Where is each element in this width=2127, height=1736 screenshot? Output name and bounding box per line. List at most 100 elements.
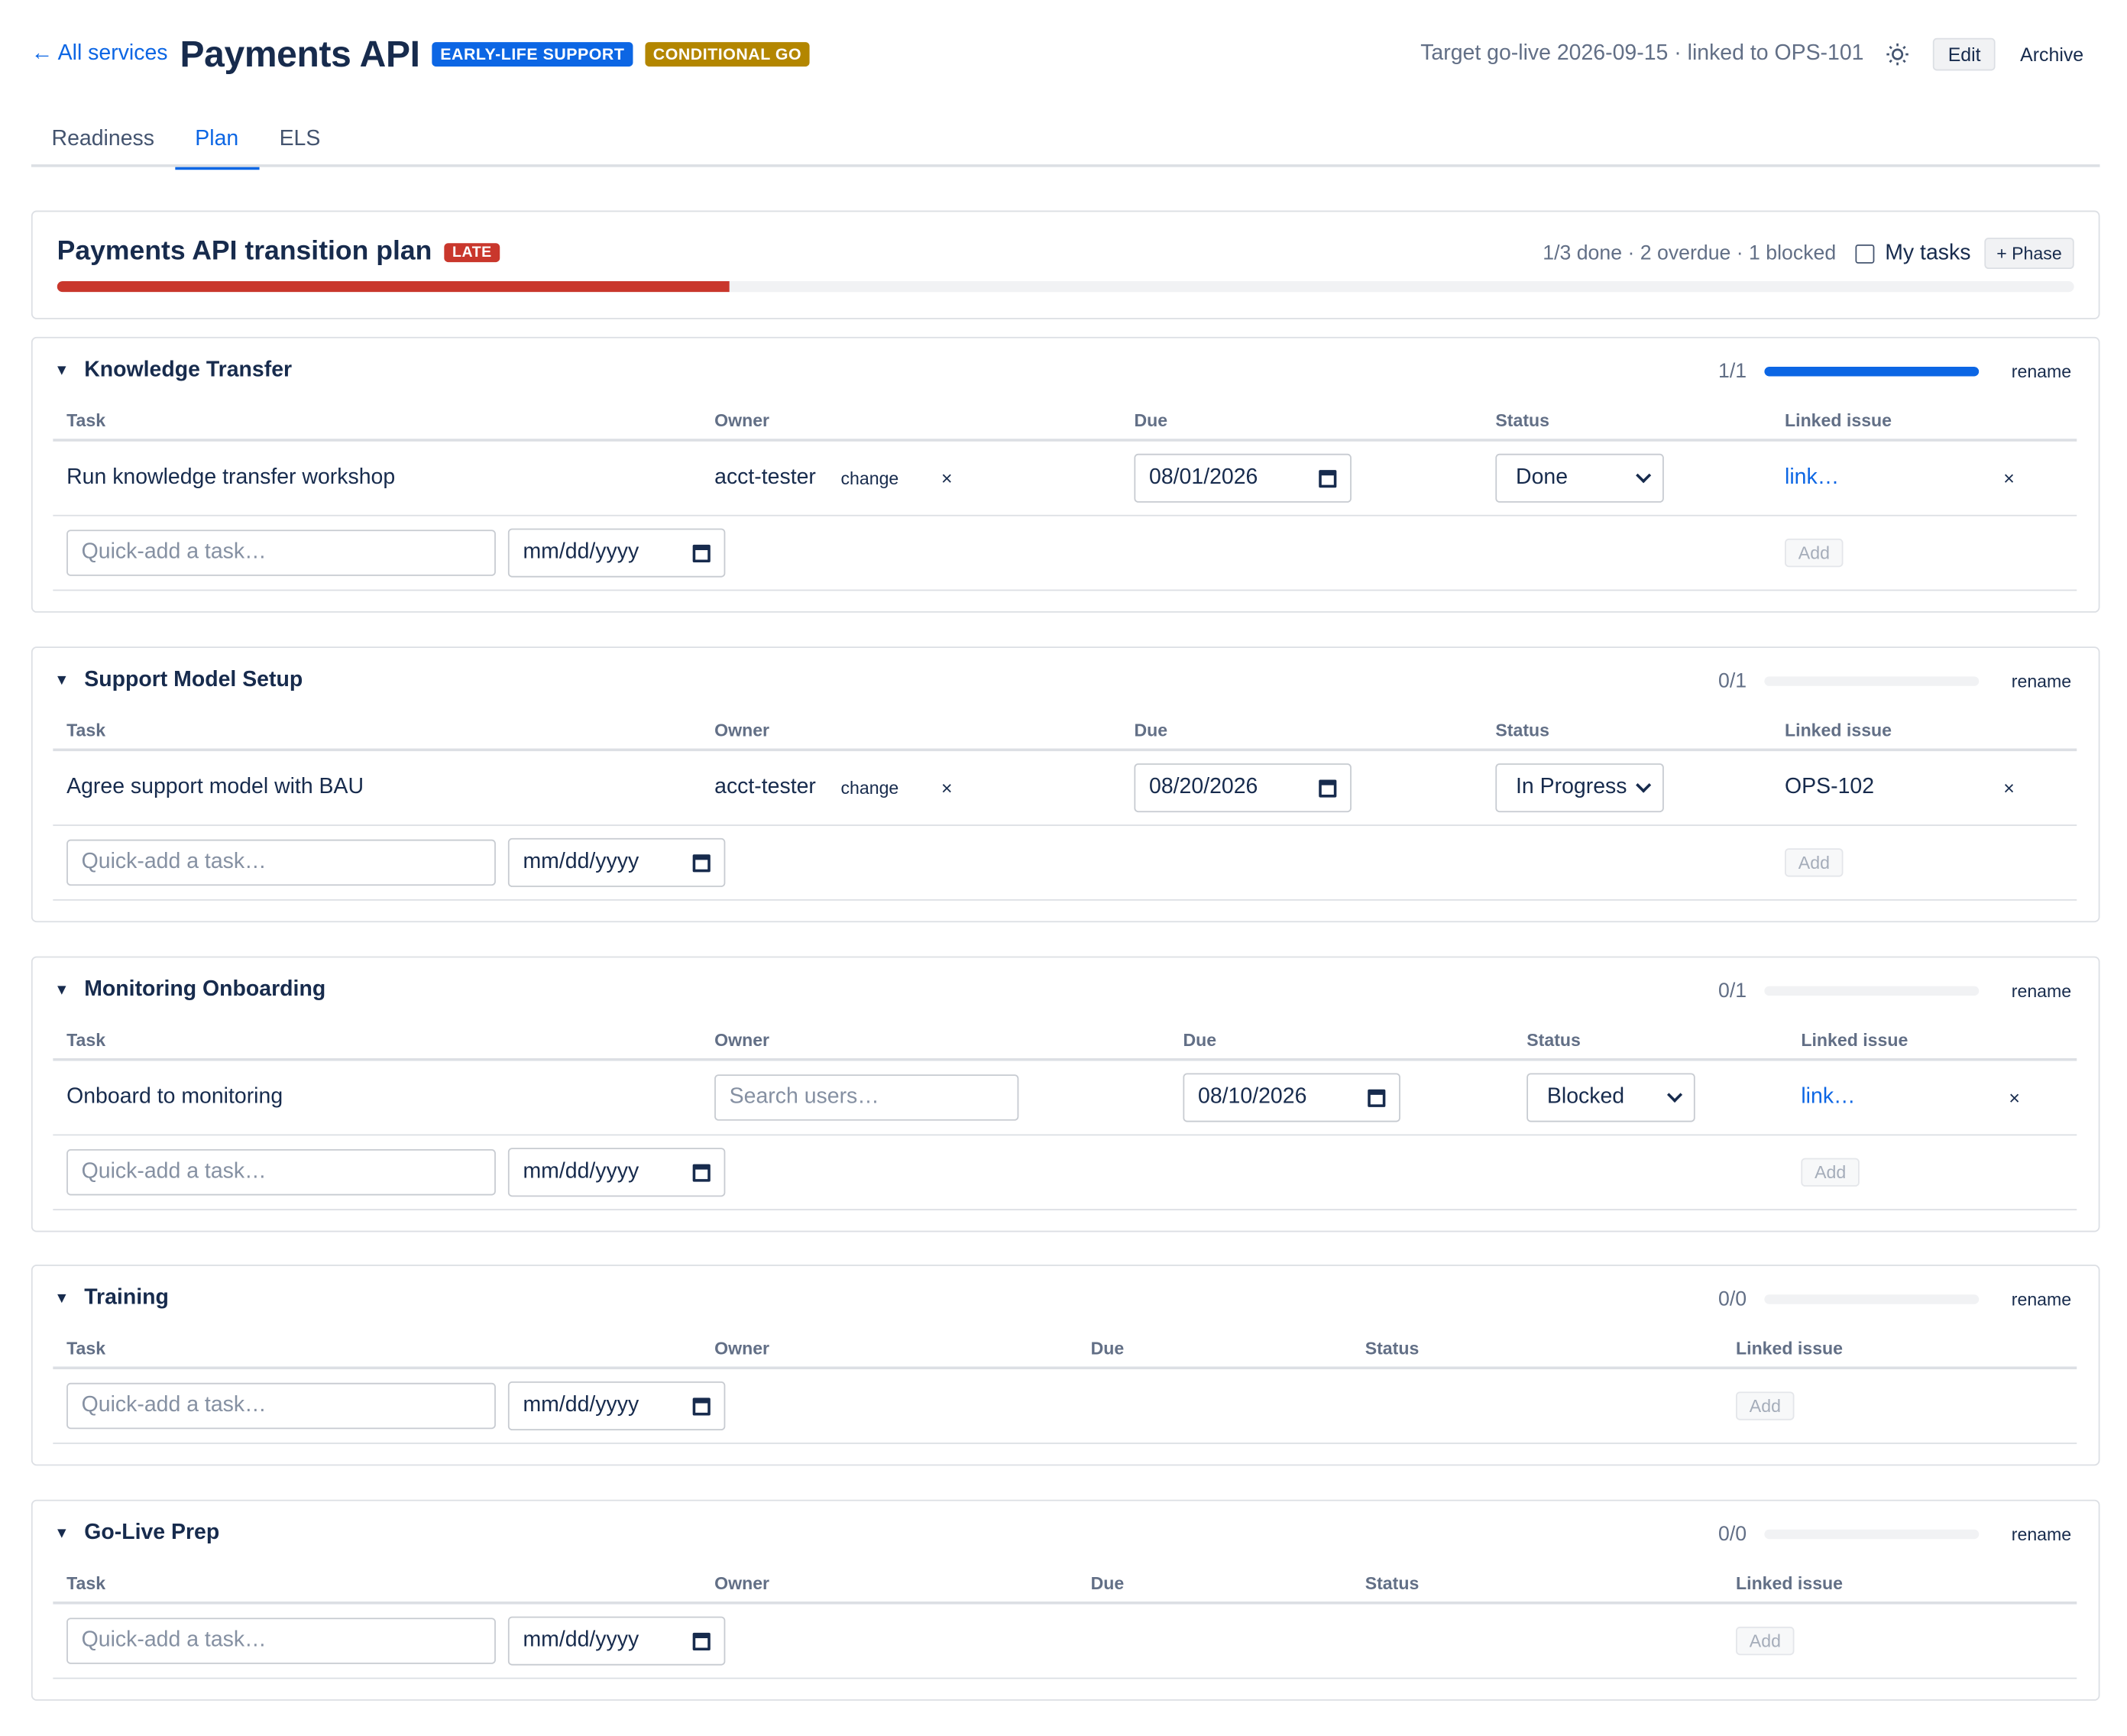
owner-name: acct-tester xyxy=(714,776,816,799)
remove-owner-icon[interactable]: × xyxy=(941,777,953,798)
rename-phase-button[interactable]: rename xyxy=(2012,670,2071,691)
task-table: Task Owner Due Status Linked issue Quick… xyxy=(53,1326,2077,1444)
col-due: Due xyxy=(1183,1029,1217,1051)
calendar-icon[interactable] xyxy=(692,1163,711,1181)
change-owner-button[interactable]: change xyxy=(840,468,898,488)
archive-button[interactable]: Archive xyxy=(2006,40,2097,70)
col-owner: Owner xyxy=(714,410,770,431)
change-owner-button[interactable]: change xyxy=(840,778,898,798)
calendar-icon[interactable] xyxy=(1319,779,1337,797)
quick-add-input[interactable]: Quick-add a task… xyxy=(66,1382,496,1430)
quick-add-row: Quick-add a task… mm/dd/yyyy Add xyxy=(53,1369,2077,1444)
phase-progress: 0/1 rename xyxy=(1718,669,2071,692)
col-status: Status xyxy=(1495,410,1549,431)
add-task-button[interactable]: Add xyxy=(1785,848,1844,877)
calendar-icon[interactable] xyxy=(692,544,711,562)
due-date-value: 08/20/2026 xyxy=(1149,776,1258,799)
quick-add-input[interactable]: Quick-add a task… xyxy=(66,1618,496,1664)
status-select[interactable]: In Progress xyxy=(1495,763,1664,813)
task-name: Onboard to monitoring xyxy=(66,1085,283,1109)
collapse-caret-icon[interactable]: ▼ xyxy=(54,1291,69,1307)
rename-phase-button[interactable]: rename xyxy=(2012,980,2071,1001)
rename-phase-button[interactable]: rename xyxy=(2012,1288,2071,1309)
chevron-down-icon xyxy=(1666,1087,1683,1103)
link-issue-link[interactable]: link… xyxy=(1785,466,1839,491)
rename-phase-button[interactable]: rename xyxy=(2012,1524,2071,1544)
phase-progress-bar xyxy=(1764,675,1980,685)
phase-count: 0/0 xyxy=(1718,1287,1747,1310)
phase-count: 1/1 xyxy=(1718,359,1747,383)
quick-add-input[interactable]: Quick-add a task… xyxy=(66,530,496,576)
phase-progress-bar xyxy=(1764,985,1980,996)
rename-phase-button[interactable]: rename xyxy=(2012,361,2071,381)
plan-title-row: Payments API transition plan LATE xyxy=(57,236,513,267)
due-date-input[interactable]: 08/01/2026 xyxy=(1134,453,1352,503)
status-select[interactable]: Blocked xyxy=(1526,1073,1695,1122)
tab-els[interactable]: ELS xyxy=(259,114,341,167)
linked-issue-key[interactable]: OPS-102 xyxy=(1785,776,1874,800)
link-issue-link[interactable]: link… xyxy=(1801,1085,1855,1109)
due-date-input[interactable]: 08/20/2026 xyxy=(1134,763,1352,813)
status-select[interactable]: Done xyxy=(1495,453,1664,503)
add-phase-button[interactable]: + Phase xyxy=(1984,238,2074,270)
tab-readiness[interactable]: Readiness xyxy=(31,114,175,167)
calendar-icon[interactable] xyxy=(1319,469,1337,487)
due-date-input[interactable]: 08/10/2026 xyxy=(1183,1073,1400,1122)
go-live-meta: Target go-live 2026-09-15 · linked to OP… xyxy=(1420,42,1864,66)
phase-header: ▼ Monitoring Onboarding 0/1 rename xyxy=(54,976,2071,1004)
col-due: Due xyxy=(1134,720,1168,740)
phase-monitoring-onboarding: ▼ Monitoring Onboarding 0/1 rename Task … xyxy=(31,956,2100,1232)
task-table: Task Owner Due Status Linked issue Onboa… xyxy=(53,1018,2077,1211)
quick-add-row: Quick-add a task… mm/dd/yyyy Add xyxy=(53,826,2077,901)
add-task-button[interactable]: Add xyxy=(1801,1158,1860,1187)
calendar-icon[interactable] xyxy=(1368,1088,1386,1107)
chevron-down-icon xyxy=(1636,777,1652,793)
all-services-link[interactable]: ← All services xyxy=(31,42,168,66)
table-header: Task Owner Due Status Linked issue xyxy=(53,1561,2077,1605)
collapse-caret-icon[interactable]: ▼ xyxy=(54,363,69,379)
plan-progress-bar xyxy=(57,281,2074,293)
plan-stats-row: 1/3 done · 2 overdue · 1 blocked My task… xyxy=(1543,238,2074,270)
calendar-icon[interactable] xyxy=(692,853,711,872)
quick-add-placeholder: Quick-add a task… xyxy=(81,540,267,564)
quick-add-row: Quick-add a task… mm/dd/yyyy Add xyxy=(53,1605,2077,1679)
col-owner: Owner xyxy=(714,1338,770,1359)
delete-task-icon[interactable]: × xyxy=(2003,468,2015,489)
theme-toggle-sun-icon[interactable] xyxy=(1886,42,1910,66)
tab-plan[interactable]: Plan xyxy=(174,114,259,170)
delete-task-icon[interactable]: × xyxy=(2003,777,2015,798)
quick-add-date-input[interactable]: mm/dd/yyyy xyxy=(507,1616,726,1666)
task-name: Run knowledge transfer workshop xyxy=(66,465,396,490)
col-linked-issue: Linked issue xyxy=(1801,1029,1908,1051)
remove-owner-icon[interactable]: × xyxy=(941,468,953,489)
my-tasks-checkbox[interactable] xyxy=(1855,244,1875,264)
add-task-button[interactable]: Add xyxy=(1736,1391,1795,1420)
owner-name: acct-tester xyxy=(714,465,816,490)
quick-add-input[interactable]: Quick-add a task… xyxy=(66,839,496,886)
phase-header: ▼ Support Model Setup 0/1 rename xyxy=(54,667,2071,695)
collapse-caret-icon[interactable]: ▼ xyxy=(54,672,69,688)
quick-add-input[interactable]: Quick-add a task… xyxy=(66,1149,496,1196)
quick-add-date-input[interactable]: mm/dd/yyyy xyxy=(507,1148,726,1197)
quick-add-date-input[interactable]: mm/dd/yyyy xyxy=(507,528,726,578)
add-task-button[interactable]: Add xyxy=(1736,1626,1795,1656)
collapse-caret-icon[interactable]: ▼ xyxy=(54,1525,69,1541)
quick-add-placeholder: Quick-add a task… xyxy=(81,1160,267,1184)
quick-add-date-input[interactable]: mm/dd/yyyy xyxy=(507,837,726,887)
my-tasks-label[interactable]: My tasks xyxy=(1885,241,1970,266)
quick-add-placeholder: Quick-add a task… xyxy=(81,1628,267,1652)
task-table: Task Owner Due Status Linked issue Quick… xyxy=(53,1561,2077,1679)
phase-support-model-setup: ▼ Support Model Setup 0/1 rename Task Ow… xyxy=(31,646,2100,923)
page-title: Payments API xyxy=(180,33,420,74)
owner-search-input[interactable]: Search users… xyxy=(714,1074,1019,1121)
calendar-icon[interactable] xyxy=(692,1397,711,1415)
delete-task-icon[interactable]: × xyxy=(2009,1087,2020,1108)
phase-knowledge-transfer: ▼ Knowledge Transfer 1/1 rename Task Own… xyxy=(31,336,2100,613)
date-placeholder: mm/dd/yyyy xyxy=(523,1394,639,1417)
collapse-caret-icon[interactable]: ▼ xyxy=(54,982,69,998)
phase-count: 0/1 xyxy=(1718,978,1747,1002)
calendar-icon[interactable] xyxy=(692,1632,711,1650)
quick-add-date-input[interactable]: mm/dd/yyyy xyxy=(507,1381,726,1431)
edit-button[interactable]: Edit xyxy=(1933,37,1996,71)
add-task-button[interactable]: Add xyxy=(1785,538,1844,568)
